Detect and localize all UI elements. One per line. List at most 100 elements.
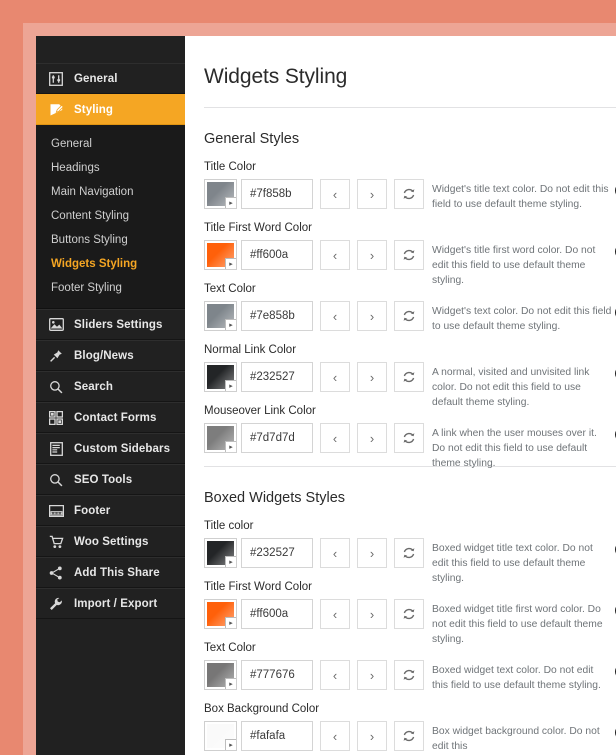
next-color-button[interactable]: › — [357, 423, 387, 453]
submenu-item-general[interactable]: General — [36, 132, 185, 156]
reset-color-button[interactable] — [394, 301, 424, 331]
field-label: Title First Word Color — [204, 222, 616, 234]
previous-color-button[interactable]: ‹ — [320, 660, 350, 690]
color-swatch[interactable]: ▸ — [204, 721, 237, 751]
sidebar-item-general[interactable]: General — [36, 63, 185, 94]
reset-color-button[interactable] — [394, 240, 424, 270]
color-swatch[interactable]: ▸ — [204, 301, 237, 331]
color-swatch[interactable]: ▸ — [204, 179, 237, 209]
color-controls: ▸ ‹› — [204, 538, 424, 568]
swatch-picker-arrow-icon[interactable]: ▸ — [225, 319, 236, 330]
color-swatch[interactable]: ▸ — [204, 538, 237, 568]
previous-color-button[interactable]: ‹ — [320, 362, 350, 392]
sidebar-item-styling[interactable]: Styling — [36, 94, 185, 125]
submenu-item-buttons-styling[interactable]: Buttons Styling — [36, 228, 185, 252]
reset-color-button[interactable] — [394, 423, 424, 453]
sidebar-item-search[interactable]: Search — [36, 371, 185, 402]
color-swatch[interactable]: ▸ — [204, 240, 237, 270]
sidebar-item-sliders-settings[interactable]: Sliders Settings — [36, 309, 185, 340]
field-label: Title Color — [204, 161, 616, 173]
hex-color-input[interactable] — [241, 240, 313, 270]
field-description: A normal, visited and unvisited link col… — [432, 366, 612, 411]
previous-color-button[interactable]: ‹ — [320, 240, 350, 270]
admin-panel: GeneralStyling GeneralHeadingsMain Navig… — [36, 36, 616, 755]
swatch-picker-arrow-icon[interactable]: ▸ — [225, 678, 236, 689]
reset-color-button[interactable] — [394, 660, 424, 690]
next-color-button[interactable]: › — [357, 660, 387, 690]
reset-color-button[interactable] — [394, 362, 424, 392]
swatch-picker-arrow-icon[interactable]: ▸ — [225, 739, 236, 750]
submenu-item-main-navigation[interactable]: Main Navigation — [36, 180, 185, 204]
field-description: Boxed widget text color. Do not edit thi… — [432, 664, 612, 694]
sidebar-item-custom-sidebars[interactable]: Custom Sidebars — [36, 433, 185, 464]
sliders-icon — [47, 71, 65, 87]
sidebar-item-footer[interactable]: Footer — [36, 495, 185, 526]
submenu-item-widgets-styling[interactable]: Widgets Styling — [36, 252, 185, 276]
reset-color-button[interactable] — [394, 599, 424, 629]
screen-root: GeneralStyling GeneralHeadingsMain Navig… — [0, 0, 616, 755]
image-slider-icon — [47, 317, 65, 333]
swatch-picker-arrow-icon[interactable]: ▸ — [225, 197, 236, 208]
next-color-button[interactable]: › — [357, 721, 387, 751]
field-label: Normal Link Color — [204, 344, 616, 356]
color-swatch[interactable]: ▸ — [204, 423, 237, 453]
field-label: Title color — [204, 520, 616, 532]
sidebar-item-blog-news[interactable]: Blog/News — [36, 340, 185, 371]
submenu-item-footer-styling[interactable]: Footer Styling — [36, 276, 185, 300]
submenu-item-content-styling[interactable]: Content Styling — [36, 204, 185, 228]
next-color-button[interactable]: › — [357, 179, 387, 209]
color-field-row: ▸‹›A link when the user mouses over it. … — [204, 423, 616, 453]
field-description: Widget's text color. Do not edit this fi… — [432, 305, 612, 335]
hex-color-input[interactable] — [241, 599, 313, 629]
sidebar-item-label: Sliders Settings — [74, 319, 163, 331]
hex-color-input[interactable] — [241, 362, 313, 392]
sidebar-item-contact-forms[interactable]: Contact Forms — [36, 402, 185, 433]
content-area: Widgets Styling General StylesTitle Colo… — [185, 36, 616, 755]
reset-color-button[interactable] — [394, 538, 424, 568]
next-color-button[interactable]: › — [357, 599, 387, 629]
field-description: Boxed widget title first word color. Do … — [432, 603, 612, 648]
hex-color-input[interactable] — [241, 179, 313, 209]
swatch-picker-arrow-icon[interactable]: ▸ — [225, 258, 236, 269]
next-color-button[interactable]: › — [357, 301, 387, 331]
sidebar-item-woo-settings[interactable]: Woo Settings — [36, 526, 185, 557]
previous-color-button[interactable]: ‹ — [320, 721, 350, 751]
color-swatch[interactable]: ▸ — [204, 599, 237, 629]
previous-color-button[interactable]: ‹ — [320, 599, 350, 629]
hex-color-input[interactable] — [241, 423, 313, 453]
field-description: Box widget background color. Do not edit… — [432, 725, 612, 755]
swatch-picker-arrow-icon[interactable]: ▸ — [225, 441, 236, 452]
color-controls: ▸ ‹› — [204, 240, 424, 270]
hex-color-input[interactable] — [241, 538, 313, 568]
hex-color-input[interactable] — [241, 660, 313, 690]
previous-color-button[interactable]: ‹ — [320, 301, 350, 331]
next-color-button[interactable]: › — [357, 538, 387, 568]
next-color-button[interactable]: › — [357, 240, 387, 270]
sidebar-primary-nav: General Styling — [36, 63, 185, 125]
sidebar-item-add-this-share[interactable]: Add This Share — [36, 557, 185, 588]
search-icon — [47, 379, 65, 395]
previous-color-button[interactable]: ‹ — [320, 179, 350, 209]
reset-color-button[interactable] — [394, 721, 424, 751]
sidebar-item-import-export[interactable]: Import / Export — [36, 588, 185, 619]
previous-color-button[interactable]: ‹ — [320, 538, 350, 568]
swatch-picker-arrow-icon[interactable]: ▸ — [225, 617, 236, 628]
color-swatch[interactable]: ▸ — [204, 660, 237, 690]
color-field-row: ▸‹›A normal, visited and unvisited link … — [204, 362, 616, 392]
sidebar-item-label: Contact Forms — [74, 412, 156, 424]
sidebar-item-seo-tools[interactable]: SEO Tools — [36, 464, 185, 495]
swatch-picker-arrow-icon[interactable]: ▸ — [225, 556, 236, 567]
next-color-button[interactable]: › — [357, 362, 387, 392]
previous-color-button[interactable]: ‹ — [320, 423, 350, 453]
color-swatch[interactable]: ▸ — [204, 362, 237, 392]
hex-color-input[interactable] — [241, 301, 313, 331]
hex-color-input[interactable] — [241, 721, 313, 751]
sidebar-item-label: SEO Tools — [74, 474, 132, 486]
swatch-picker-arrow-icon[interactable]: ▸ — [225, 380, 236, 391]
reset-color-button[interactable] — [394, 179, 424, 209]
sidebar-item-label: General — [74, 73, 118, 85]
sidebar-item-label: Woo Settings — [74, 536, 148, 548]
footer-bar-icon — [47, 503, 65, 519]
submenu-item-headings[interactable]: Headings — [36, 156, 185, 180]
sidebar-item-label: Add This Share — [74, 567, 160, 579]
